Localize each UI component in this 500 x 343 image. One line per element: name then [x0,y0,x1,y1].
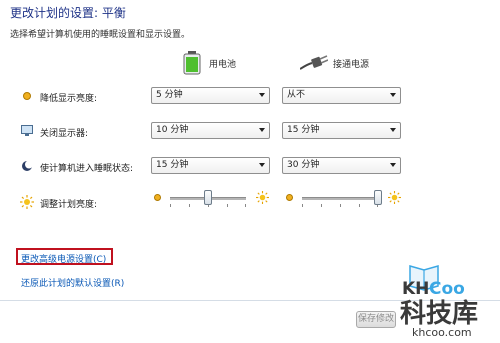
plugged-brightness-track [302,197,378,200]
svg-text:科技库: 科技库 [400,299,478,329]
brightness-label: 调整计划亮度: [40,200,98,210]
turn-off-display-battery-value: 10 分钟 [156,125,189,135]
sun-icon [20,195,34,212]
save-button[interactable]: 保存修改 [356,311,396,328]
slider-tick [359,204,360,207]
chevron-down-icon [259,93,265,97]
chevron-down-icon [259,128,265,132]
brightness-high-icon [388,191,401,207]
slider-tick [321,204,322,207]
plugged-brightness-slider[interactable] [374,190,382,205]
dim-display-plugged-select[interactable]: 从不 [282,87,401,104]
turn-off-display-plugged-select[interactable]: 15 分钟 [282,122,401,139]
dim-display-plugged-value: 从不 [287,90,306,100]
sleep-battery-select[interactable]: 15 分钟 [151,157,270,174]
plugged-column-header: 接通电源 [333,60,370,70]
svg-text:khcoo.com: khcoo.com [412,326,472,339]
watermark-logo: KH Coo 科技库 khcoo.com [400,262,496,340]
sleep-plugged-value: 30 分钟 [287,160,320,170]
turn-off-display-label: 关闭显示器: [40,129,89,139]
slider-tick [302,204,303,207]
slider-tick [227,204,228,207]
dim-display-label: 降低显示亮度: [40,94,98,104]
battery-icon [183,51,201,78]
monitor-icon [21,125,33,140]
brightness-high-icon [256,191,269,207]
battery-brightness-slider[interactable] [204,190,212,205]
turn-off-display-battery-select[interactable]: 10 分钟 [151,122,270,139]
slider-tick [170,204,171,207]
chevron-down-icon [259,163,265,167]
slider-tick [340,204,341,207]
page-title: 更改计划的设置: 平衡 [10,6,126,20]
turn-off-display-plugged-value: 15 分钟 [287,125,320,135]
page-subtitle: 选择希望计算机使用的睡眠设置和显示设置。 [10,30,191,40]
dim-display-battery-value: 5 分钟 [156,90,183,100]
dim-display-battery-select[interactable]: 5 分钟 [151,87,270,104]
svg-text:KH: KH [402,279,429,299]
power-plug-icon [299,54,329,75]
svg-text:Coo: Coo [429,279,465,299]
sleep-moon-icon [21,160,33,175]
sleep-battery-value: 15 分钟 [156,160,189,170]
slider-tick [245,204,246,207]
slider-tick [189,204,190,207]
sleep-plugged-select[interactable]: 30 分钟 [282,157,401,174]
chevron-down-icon [390,163,396,167]
restore-defaults-link[interactable]: 还原此计划的默认设置(R) [21,276,124,289]
chevron-down-icon [390,93,396,97]
brightness-low-icon [285,193,294,205]
advanced-power-settings-link[interactable]: 更改高级电源设置(C) [21,252,106,265]
sleep-label: 使计算机进入睡眠状态: [40,164,134,174]
dim-brightness-icon [22,91,32,104]
battery-column-header: 用电池 [209,60,237,70]
brightness-low-icon [153,193,162,205]
chevron-down-icon [390,128,396,132]
